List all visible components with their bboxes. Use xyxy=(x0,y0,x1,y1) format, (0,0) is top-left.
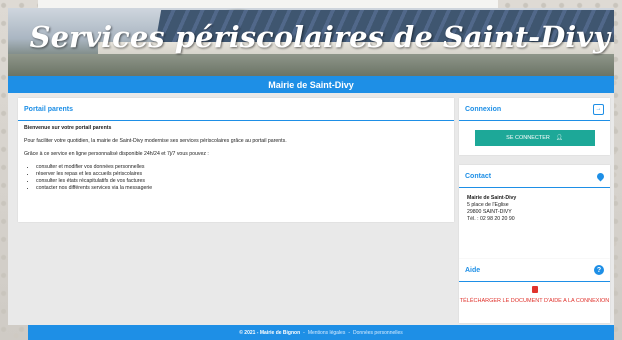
connect-button[interactable]: SE CONNECTER 👤︎ xyxy=(474,130,595,146)
contact-address-2: 29800 SAINT-DIVY xyxy=(467,209,512,215)
help-icon: ? xyxy=(594,265,604,275)
aide-panel: Aide ? TÉLÉCHARGER LE DOCUMENT D'AIDE A … xyxy=(459,259,610,323)
connexion-panel: Connexion → SE CONNECTER 👤︎ xyxy=(459,98,610,155)
banner-ground xyxy=(8,54,614,76)
map-pin-icon xyxy=(595,171,606,181)
top-strip xyxy=(38,0,498,8)
footer: © 2021 - Mairie de Bignon - Mentions lég… xyxy=(28,325,614,340)
portal-body: Bienvenue sur votre portail parents Pour… xyxy=(18,121,454,196)
portal-welcome: Bienvenue sur votre portail parents xyxy=(24,125,112,131)
footer-copyright: © 2021 - Mairie de Bignon xyxy=(239,329,301,336)
portal-panel: Portail parents Bienvenue sur votre port… xyxy=(18,98,454,222)
list-item: consulter les états récapitulatifs de vo… xyxy=(36,178,448,185)
contact-address-1: 5 place de l'Eglise xyxy=(467,202,509,208)
main-content: Portail parents Bienvenue sur votre port… xyxy=(8,93,614,325)
portal-title: Portail parents xyxy=(24,105,74,113)
portal-intro: Pour faciliter votre quotidien, la mairi… xyxy=(24,138,287,144)
contact-phone: Tél. : 02 98 20 20 90 xyxy=(467,216,515,222)
contact-header: Contact xyxy=(459,165,610,188)
list-item: contacter nos différents services via la… xyxy=(36,185,448,192)
aide-header: Aide ? xyxy=(459,259,610,282)
banner: Services périscolaires de Saint-Divy xyxy=(8,8,614,76)
footer-separator: - xyxy=(348,329,351,336)
pdf-icon xyxy=(531,286,538,293)
list-item: réserver les repas et les accueils péris… xyxy=(36,171,448,178)
footer-privacy-link[interactable]: Données personnelles xyxy=(353,330,403,336)
page-wrapper: Services périscolaires de Saint-Divy Mai… xyxy=(8,0,614,340)
contact-body: Mairie de Saint-Divy 5 place de l'Eglise… xyxy=(459,188,610,230)
portal-feature-list: consulter et modifier vos données person… xyxy=(24,164,448,192)
list-item: consulter et modifier vos données person… xyxy=(36,164,448,171)
aide-download-link[interactable]: TÉLÉCHARGER LE DOCUMENT D'AIDE A LA CONN… xyxy=(460,298,609,304)
banner-title: Services périscolaires de Saint-Divy xyxy=(29,20,610,54)
aide-body: TÉLÉCHARGER LE DOCUMENT D'AIDE A LA CONN… xyxy=(459,282,610,305)
contact-panel: Contact Mairie de Saint-Divy 5 place de … xyxy=(459,165,610,259)
connexion-header: Connexion → xyxy=(459,98,610,121)
portal-lead: Grâce à ce service en ligne personnalisé… xyxy=(24,151,209,157)
contact-org: Mairie de Saint-Divy xyxy=(467,195,517,201)
user-icon: 👤︎ xyxy=(555,135,563,141)
connect-button-label: SE CONNECTER xyxy=(506,135,550,141)
subheader-title: Mairie de Saint-Divy xyxy=(268,79,354,90)
footer-legal-link[interactable]: Mentions légales xyxy=(308,330,346,336)
aide-title: Aide xyxy=(465,266,481,274)
contact-title: Contact xyxy=(465,172,492,180)
connexion-title: Connexion xyxy=(465,105,502,113)
footer-separator: - xyxy=(303,329,305,336)
subheader-bar: Mairie de Saint-Divy xyxy=(8,76,614,93)
login-icon[interactable]: → xyxy=(593,103,604,115)
portal-panel-header: Portail parents xyxy=(18,98,454,121)
